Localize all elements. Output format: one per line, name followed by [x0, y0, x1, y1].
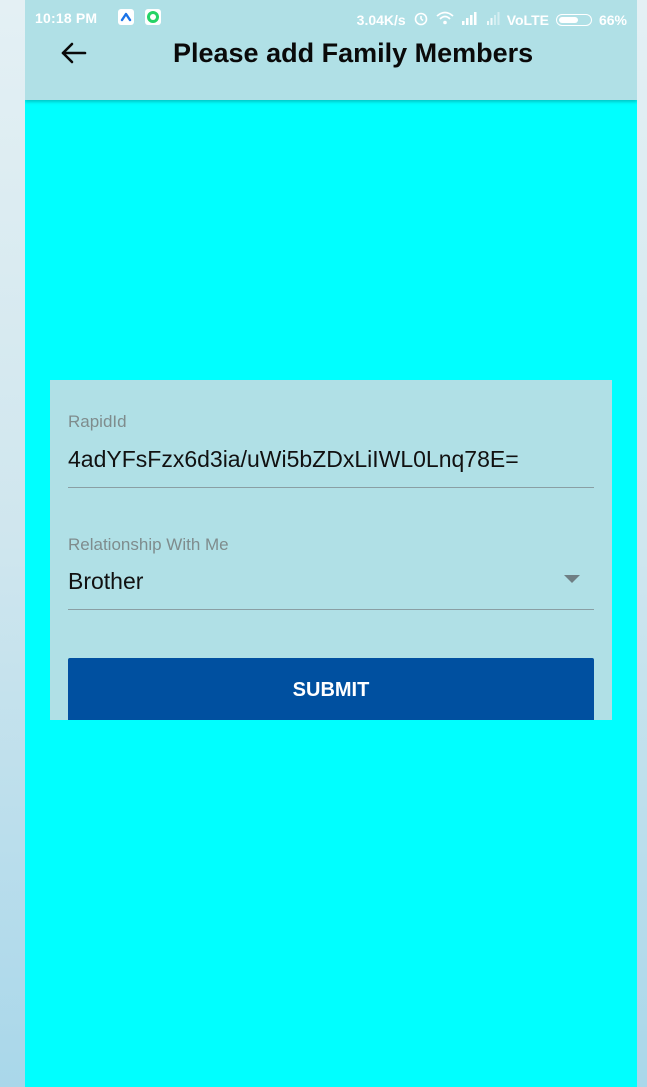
rapid-id-field[interactable]: 4adYFsFzx6d3ia/uWi5bZDxLiIWL0Lnq78E= [68, 446, 519, 473]
alarm-icon [413, 10, 429, 29]
status-time: 10:18 PM [35, 10, 98, 26]
rapid-id-underline [68, 487, 594, 488]
back-arrow-icon [61, 42, 87, 64]
relationship-selected-value[interactable]: Brother [68, 568, 143, 595]
battery-percent: 66% [598, 11, 627, 28]
status-bar: 10:18 PM 3.04K/s VoLTE 66% [25, 0, 637, 34]
wifi-icon [436, 11, 454, 28]
rapid-id-label: RapidId [68, 412, 127, 431]
signal-icon [461, 11, 479, 28]
phone-screen: 10:18 PM 3.04K/s VoLTE 66% Please add Fa… [25, 0, 637, 1087]
network-speed: 3.04K/s [356, 11, 406, 28]
relationship-underline [68, 609, 594, 610]
network-type: VoLTE [506, 11, 549, 28]
page-title: Please add Family Members [173, 38, 534, 68]
back-button[interactable] [59, 38, 89, 68]
whatsapp-icon [145, 9, 161, 25]
battery-icon [555, 13, 592, 26]
signal-icon-secondary [486, 11, 500, 28]
status-right-group: 3.04K/s VoLTE 66% [357, 10, 627, 29]
dropdown-arrow-icon[interactable] [564, 575, 580, 583]
submit-button[interactable]: SUBMIT [68, 658, 594, 720]
family-member-form-card: RapidId 4adYFsFzx6d3ia/uWi5bZDxLiIWL0Lnq… [50, 380, 612, 720]
battery-fill [558, 16, 578, 23]
notification-app-icon [118, 9, 134, 25]
app-bar: 10:18 PM 3.04K/s VoLTE 66% Please add Fa… [25, 0, 637, 100]
relationship-dropdown[interactable] [68, 530, 594, 610]
